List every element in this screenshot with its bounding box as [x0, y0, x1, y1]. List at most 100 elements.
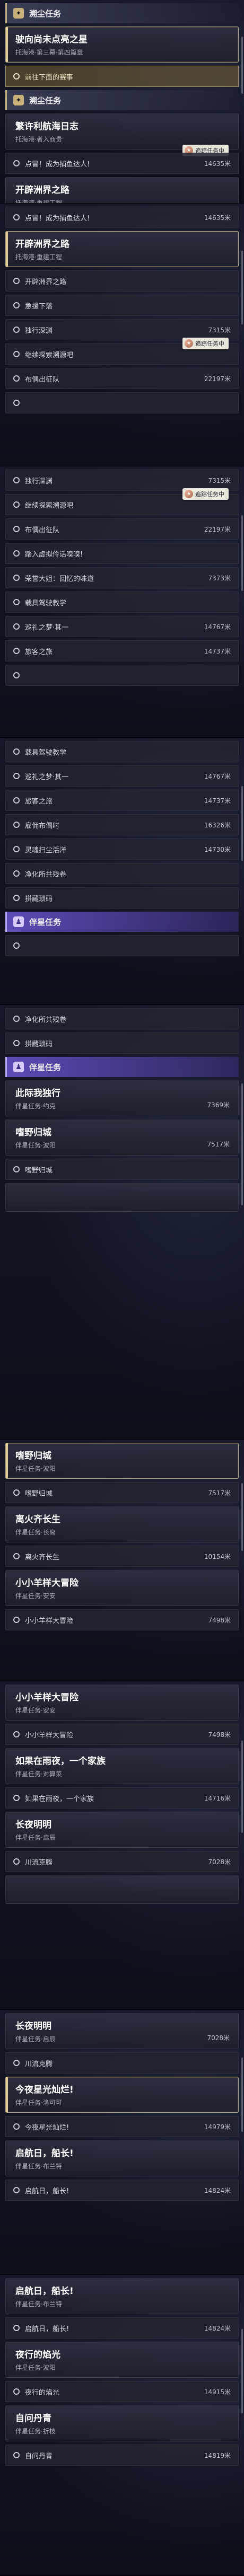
- quest-list: 启航日，船长! 伴星任务·布兰特启航日，船长! 14824米夜行的焰光 伴星任务·波阳…: [0, 2275, 244, 2466]
- scrollbar[interactable]: [241, 37, 243, 94]
- objective-row[interactable]: 拼藏琐码: [5, 1033, 239, 1054]
- objective-row[interactable]: 如果在雨夜，一个家族 14716米: [5, 1787, 239, 1809]
- mission-card[interactable]: 繁许利航海日志 托海港·者入商贵 ★ 追踪任务中: [5, 113, 239, 156]
- mission-subtitle: 伴星任务·启辰: [15, 1834, 56, 1841]
- mission-card[interactable]: [5, 1875, 239, 1904]
- scrollbar[interactable]: [241, 251, 243, 324]
- objective-row[interactable]: 载具驾驶教学: [5, 592, 239, 613]
- distance-label: 14635米: [204, 160, 231, 167]
- section-header[interactable]: ♟ 伴星任务: [5, 912, 239, 932]
- quest-list: 小小羊样大冒险 伴星任务·安安小小羊样大冒险 7498米如果在雨夜，一个家族 伴星任务…: [0, 1681, 244, 1904]
- objective-row[interactable]: 启航日，船长! 14824米: [5, 2180, 239, 2201]
- quest-log-panel: ✦ 溯尘任务 驶向尚未点亮之星 托海港·第三幕·第四篇章 前往下面的赛事 ✦ 溯尘任务 繁许利…: [0, 0, 244, 204]
- objective-row[interactable]: 继续探索溯源吧 ★ 追踪任务中: [5, 338, 239, 365]
- objective-row[interactable]: 独行深渊 7315米: [5, 319, 239, 340]
- quest-list: 长夜明明 伴星任务·启辰 7028米川流克腾今夜星光灿烂! 伴星任务·洛可可今夜星光灿…: [0, 2010, 244, 2201]
- objective-left: 嗜野归城: [13, 1165, 53, 1175]
- objective-row[interactable]: 川流克腾 7028米: [5, 1851, 239, 1872]
- objective-text: 灵魂扫尘活洋: [25, 846, 67, 854]
- section-header[interactable]: ✦ 溯尘任务: [5, 3, 239, 23]
- mission-card[interactable]: 离火齐长生 伴星任务·长离: [5, 1506, 239, 1542]
- objective-row[interactable]: 净化所共残卷: [5, 1008, 239, 1029]
- mission-card[interactable]: 今夜星光灿烂! 伴星任务·洛可可: [5, 2077, 239, 2113]
- objective-left: 独行深渊: [13, 325, 53, 335]
- objective-circle-icon: [13, 73, 20, 80]
- objective-row[interactable]: 启航日，船长! 14824米: [5, 2317, 239, 2339]
- scrollbar[interactable]: [241, 786, 243, 861]
- objective-row[interactable]: 旅客之旅 14737米: [5, 790, 239, 811]
- objective-left: 拼藏琐码: [13, 1038, 53, 1048]
- mission-card[interactable]: 嗜野归城 伴星任务·波阳 7517米: [5, 1119, 239, 1155]
- mission-card[interactable]: 驶向尚未点亮之星 托海港·第三幕·第四篇章: [5, 27, 239, 63]
- mission-subtitle: 伴星任务·启辰: [15, 2035, 56, 2043]
- mission-card[interactable]: 启航日，船长! 伴星任务·布兰特: [5, 2278, 239, 2314]
- objective-row[interactable]: 前往下面的赛事: [5, 66, 239, 87]
- mission-card[interactable]: 小小羊样大冒险 伴星任务·安安: [5, 1570, 239, 1606]
- mission-card[interactable]: 长夜明明 伴星任务·启辰: [5, 1812, 239, 1848]
- objective-row[interactable]: 嗜野归城: [5, 1159, 239, 1180]
- objective-row[interactable]: 夜行的焰光 14915米: [5, 2381, 239, 2402]
- objective-row[interactable]: 嗜野归城 7517米: [5, 1482, 239, 1503]
- scrollbar[interactable]: [241, 1483, 243, 1551]
- objective-row[interactable]: [5, 665, 239, 686]
- quest-list: 点冒！成为捕鱼达人! 14635米 开辟洲界之路 托海港·重建工程 开辟洲界之路 急援下落…: [0, 204, 244, 413]
- objective-row[interactable]: 川流克腾: [5, 2052, 239, 2074]
- objective-text: 点冒！成为捕鱼达人!: [25, 214, 90, 223]
- mission-card[interactable]: 小小羊样大冒险 伴星任务·安安: [5, 1684, 239, 1721]
- objective-row[interactable]: 灵魂扫尘活洋 14730米: [5, 839, 239, 860]
- mission-card[interactable]: 自问丹青 伴星任务·折枝: [5, 2405, 239, 2441]
- mission-card[interactable]: [5, 1183, 239, 1212]
- objective-left: 急援下落: [13, 301, 53, 311]
- objective-text: 今夜星光灿烂!: [25, 2123, 69, 2132]
- objective-row[interactable]: 独行深渊 7315米: [5, 470, 239, 491]
- objective-row[interactable]: [5, 935, 239, 956]
- mission-card[interactable]: 开辟洲界之路 托海港·重建工程: [5, 177, 239, 203]
- objective-circle-icon: [13, 375, 20, 382]
- mission-card[interactable]: 启航日，船长! 伴星任务·布兰特: [5, 2140, 239, 2176]
- mission-card[interactable]: 嗜野归城 伴星任务·波阳: [5, 1443, 239, 1479]
- scrollbar[interactable]: [241, 515, 243, 591]
- mission-card[interactable]: 如果在雨夜，一个家族 伴星任务·对算菜: [5, 1748, 239, 1784]
- scrollbar[interactable]: [241, 2058, 243, 2132]
- objective-row[interactable]: 载具驾驶教学: [5, 741, 239, 762]
- objective-row[interactable]: 布偶出征队 22197米: [5, 368, 239, 389]
- objective-row[interactable]: 雇佣布偶时 16326米: [5, 814, 239, 835]
- section-header[interactable]: ♟ 伴星任务: [5, 1057, 239, 1077]
- objective-row[interactable]: 踏入虚拟伶话嗅嗅!: [5, 543, 239, 564]
- mission-card[interactable]: 此际我独行 伴星任务·约克 7369米: [5, 1080, 239, 1116]
- mission-card[interactable]: 夜行的焰光 伴星任务·波阳: [5, 2342, 239, 2378]
- mission-title: 开辟洲界之路: [15, 239, 69, 250]
- objective-row[interactable]: 点冒！成为捕鱼达人! 14635米: [5, 207, 239, 228]
- quest-log-panel: 长夜明明 伴星任务·启辰 7028米川流克腾今夜星光灿烂! 伴星任务·洛可可今夜星光灿…: [0, 2010, 244, 2275]
- objective-row[interactable]: 开辟洲界之路: [5, 270, 239, 292]
- objective-text: 川流克腾: [25, 1858, 53, 1867]
- objective-row[interactable]: 巡礼之梦·其一 14767米: [5, 765, 239, 787]
- objective-row[interactable]: 旅客之旅 14737米: [5, 640, 239, 661]
- objective-text: 嗜野归城: [25, 1489, 53, 1498]
- objective-row[interactable]: 今夜星光灿烂! 14979米: [5, 2116, 239, 2137]
- mission-card[interactable]: 开辟洲界之路 托海港·重建工程: [5, 231, 239, 267]
- objective-left: 灵魂扫尘活洋: [13, 844, 66, 854]
- objective-text: 雇佣布偶时: [25, 822, 60, 830]
- section-header[interactable]: ✦ 溯尘任务: [5, 90, 239, 110]
- objective-row[interactable]: 小小羊样大冒险 7498米: [5, 1724, 239, 1745]
- objective-row[interactable]: 布偶出征队 22197米: [5, 518, 239, 540]
- objective-row[interactable]: 拼藏琐码: [5, 887, 239, 908]
- objective-row[interactable]: 自问丹青 14819米: [5, 2445, 239, 2466]
- objective-row[interactable]: 净化所共残卷: [5, 863, 239, 884]
- objective-row[interactable]: [5, 392, 239, 413]
- objective-row[interactable]: 点冒！成为捕鱼达人! 14635米: [5, 153, 239, 174]
- distance-label: 7498米: [208, 1731, 231, 1739]
- objective-row[interactable]: 继续探索溯源吧 ★ 追踪任务中: [5, 488, 239, 515]
- scrollbar[interactable]: [241, 2329, 243, 2413]
- objective-row[interactable]: 荣誉大姐：回忆的味道 7373米: [5, 567, 239, 588]
- objective-row[interactable]: 巡礼之梦·其一 14767米: [5, 616, 239, 637]
- scrollbar[interactable]: [241, 1741, 243, 1833]
- distance-label: 14716米: [204, 1794, 231, 1802]
- objective-row[interactable]: 急援下落: [5, 295, 239, 316]
- objective-row[interactable]: 小小羊样大冒险 7498米: [5, 1609, 239, 1630]
- scrollbar[interactable]: [241, 1083, 243, 1205]
- objective-row[interactable]: 离火齐长生 10154米: [5, 1546, 239, 1567]
- objective-left: 川流克腾: [13, 1857, 53, 1867]
- mission-card[interactable]: 长夜明明 伴星任务·启辰 7028米: [5, 2013, 239, 2049]
